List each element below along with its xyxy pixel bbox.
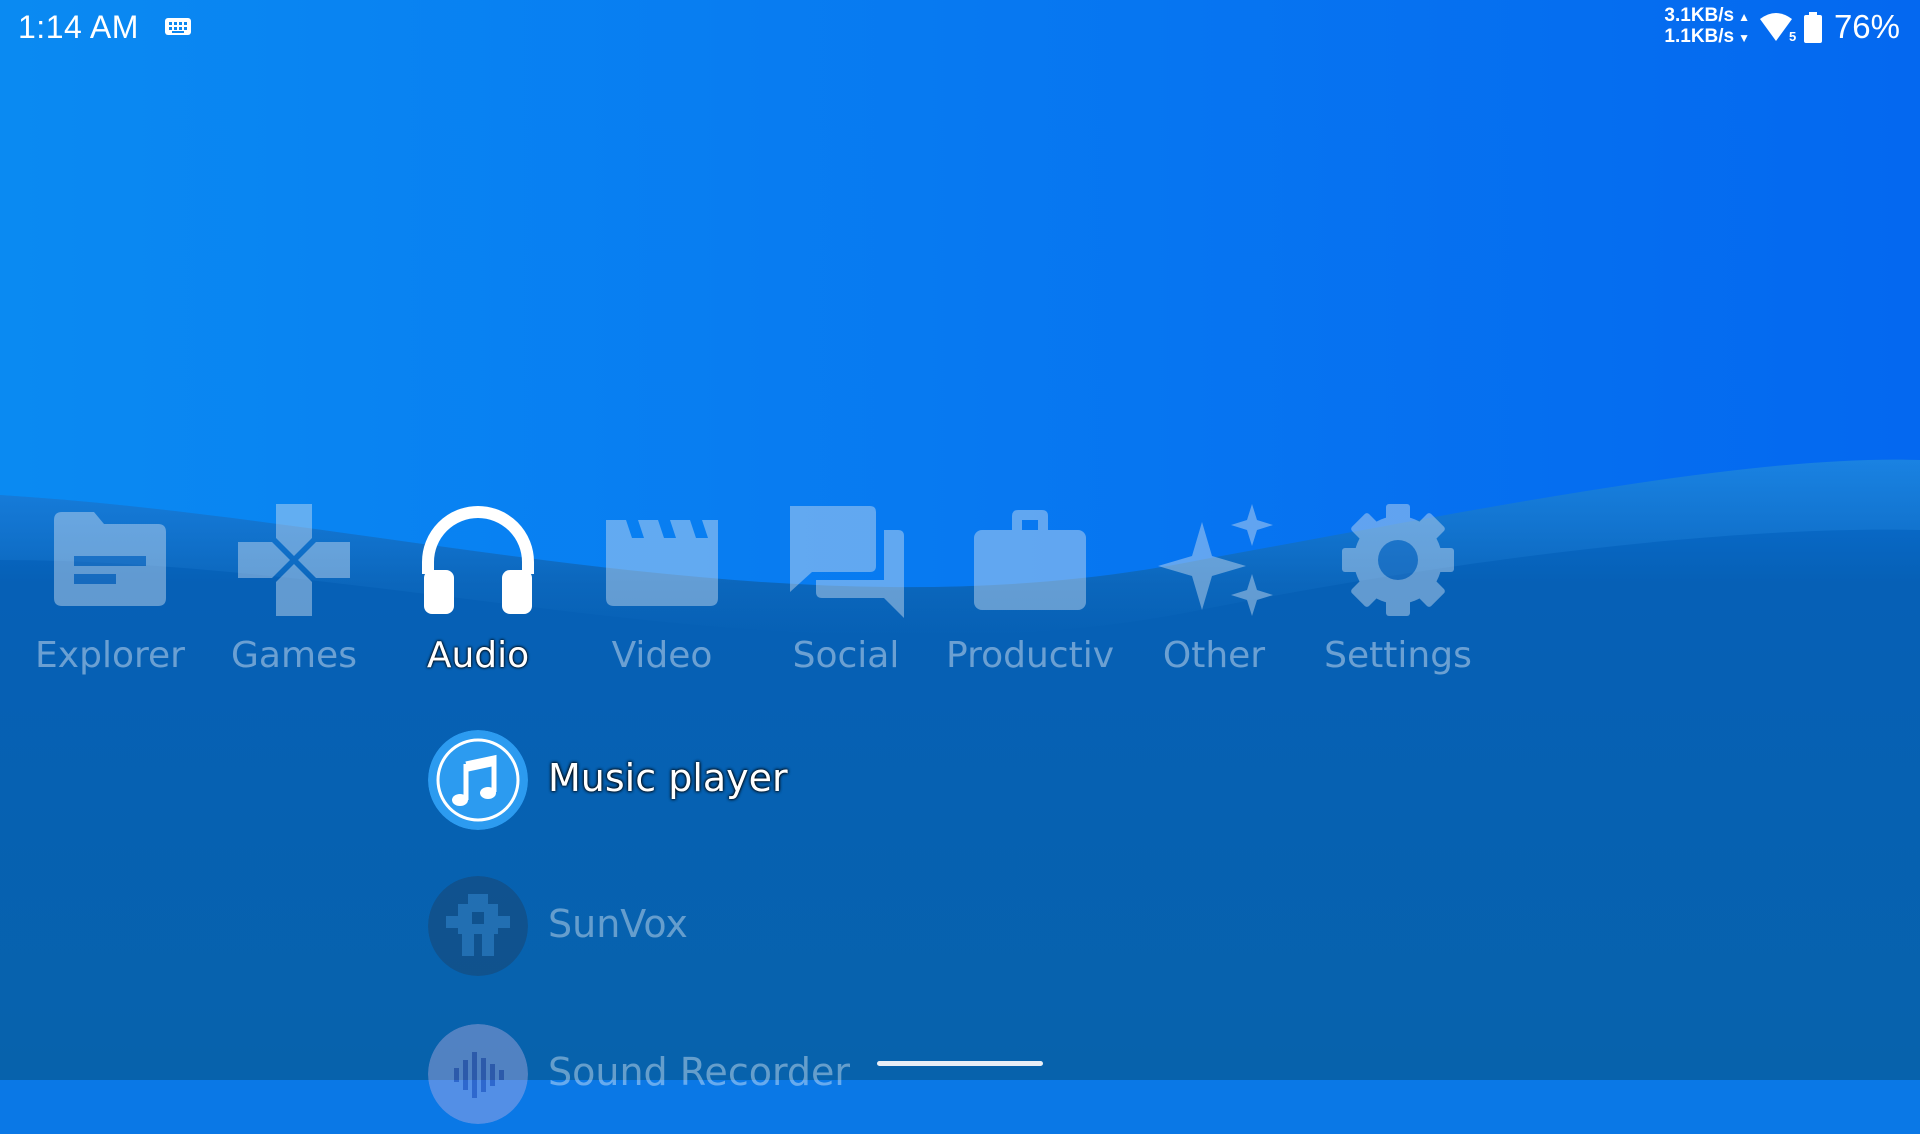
app-label: Sound Recorder <box>548 1050 851 1094</box>
wifi-badge: 5 <box>1789 29 1796 44</box>
category-label: Games <box>231 635 357 676</box>
category-games[interactable]: Games <box>202 490 386 690</box>
clock: 1:14 AM <box>18 9 139 45</box>
music-note-icon <box>428 730 528 830</box>
category-label: Settings <box>1324 635 1472 676</box>
gesture-home-bar[interactable] <box>877 1061 1043 1066</box>
category-label: Social <box>792 635 900 676</box>
category-video[interactable]: Video <box>570 490 754 690</box>
headphones-icon <box>422 506 534 614</box>
category-productivity[interactable]: Productiv <box>938 490 1122 690</box>
category-bar: Explorer Games Audio Video Social Produc… <box>0 490 1920 690</box>
category-settings[interactable]: Settings <box>1306 490 1490 690</box>
category-other[interactable]: Other <box>1122 490 1306 690</box>
app-label: SunVox <box>548 902 688 946</box>
sound-recorder-icon <box>428 1024 528 1124</box>
folder-icon <box>54 512 166 606</box>
battery-icon <box>1804 12 1822 43</box>
sparkles-icon <box>1158 504 1273 616</box>
sunvox-icon <box>428 876 528 976</box>
gear-icon <box>1342 504 1454 616</box>
app-label: Music player <box>548 756 788 800</box>
category-label: Explorer <box>35 635 185 676</box>
category-label: Other <box>1162 635 1266 676</box>
clapperboard-icon <box>606 520 718 606</box>
app-sound-recorder[interactable]: Sound Recorder <box>426 1024 1126 1134</box>
category-social[interactable]: Social <box>754 490 938 690</box>
battery-percent: 76% <box>1833 8 1900 45</box>
category-label: Audio <box>426 635 530 676</box>
category-label: Video <box>611 635 713 676</box>
briefcase-icon <box>974 510 1086 610</box>
download-speed: 1.1KB/s <box>1664 26 1735 47</box>
network-speed: 3.1KB/s ▲ 1.1KB/s ▼ <box>1664 5 1750 47</box>
status-bar: 1:14 AM 3.1KB/s ▲ 1.1KB/s ▼ 5 76% <box>0 0 1920 60</box>
gamepad-icon <box>238 504 350 616</box>
keyboard-icon <box>165 18 191 35</box>
category-audio[interactable]: Audio <box>386 490 570 690</box>
app-music-player[interactable]: Music player <box>426 730 1126 840</box>
wifi-icon: 5 <box>1760 13 1796 44</box>
app-sunvox[interactable]: SunVox <box>426 876 1126 986</box>
chat-icon <box>790 506 904 618</box>
category-label: Productiv <box>946 635 1114 676</box>
upload-speed: 3.1KB/s <box>1664 5 1735 26</box>
category-explorer[interactable]: Explorer <box>18 490 202 690</box>
